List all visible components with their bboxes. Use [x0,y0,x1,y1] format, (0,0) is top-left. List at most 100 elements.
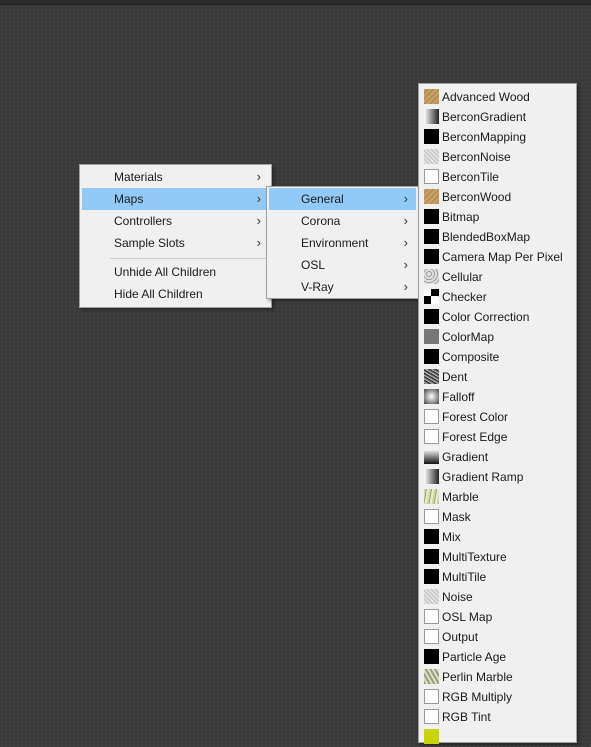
map-swatch-icon [424,569,439,584]
menu-item-sample-slots[interactable]: Sample Slots › [82,232,269,254]
map-item-label: Falloff [442,390,475,404]
map-swatch-icon [424,309,439,324]
map-item-label: Gradient [442,450,489,464]
map-item-label: Bitmap [442,210,480,224]
chevron-right-icon: › [256,235,261,250]
map-swatch-icon [424,729,439,744]
map-item-label: Noise [442,590,473,604]
menu-item-unhide-all-children[interactable]: Unhide All Children [82,261,269,283]
menu-item-hide-all-children[interactable]: Hide All Children [82,283,269,305]
submenu-item-general[interactable]: General › [269,188,416,210]
map-item-label: BerconTile [442,170,499,184]
map-swatch-icon [424,669,439,684]
map-swatch-icon [424,269,439,284]
context-menu: Materials › Maps › Controllers › Sample … [79,164,272,308]
viewport-top-border [0,0,591,5]
map-swatch-icon [424,189,439,204]
menu-item-label: Environment [301,236,369,250]
map-item-label: Composite [442,350,500,364]
map-item-label: Mask [442,510,471,524]
submenu-item-environment[interactable]: Environment › [269,232,416,254]
chevron-right-icon: › [256,169,261,184]
map-item-label: MultiTexture [442,550,507,564]
map-item-label: BerconNoise [442,150,511,164]
chevron-right-icon: › [403,279,408,294]
map-swatch-icon [424,369,439,384]
map-swatch-icon [424,689,439,704]
map-item-label: Forest Edge [442,430,508,444]
map-item-label: Mix [442,530,461,544]
map-item-label: Gradient Ramp [442,470,524,484]
map-item-label: BlendedBoxMap [442,230,531,244]
menu-item-label: General [301,192,344,206]
map-swatch-icon [424,229,439,244]
map-item-label: ColorMap [442,330,495,344]
map-swatch-icon [424,109,439,124]
chevron-right-icon: › [256,191,261,206]
map-item-label: RGB Tint [442,710,491,724]
menu-item-label: Controllers [114,214,173,228]
map-swatch-icon [424,89,439,104]
map-swatch-icon [424,589,439,604]
map-item-label: Checker [442,290,487,304]
map-item-label: Marble [442,490,479,504]
map-swatch-icon [424,629,439,644]
map-swatch-icon [424,429,439,444]
menu-item-label: Materials [114,170,163,184]
map-swatch-icon [424,149,439,164]
map-swatch-icon [424,549,439,564]
map-item-label: OSL Map [442,610,493,624]
map-item-label: Color Correction [442,310,530,324]
map-swatch-icon [424,489,439,504]
menu-separator [110,258,267,259]
map-swatch-icon [424,129,439,144]
chevron-right-icon: › [256,213,261,228]
maps-submenu: General › Corona › Environment › OSL › V… [266,186,419,299]
map-swatch-icon [424,409,439,424]
menu-item-maps[interactable]: Maps › [82,188,269,210]
menu-item-label: Unhide All Children [114,265,217,279]
map-swatch-icon [424,709,439,724]
map-item-label: Perlin Marble [442,670,513,684]
map-swatch-icon [424,389,439,404]
menu-item-label: Hide All Children [114,287,203,301]
map-swatch-icon [424,529,439,544]
map-swatch-icon [424,449,439,464]
map-item-label: BerconGradient [442,110,527,124]
map-swatch-icon [424,609,439,624]
menu-item-label: V-Ray [301,280,334,294]
map-item-label: MultiTile [442,570,487,584]
general-maps-submenu: Advanced Wood BerconGradient BerconMapping… [418,83,577,744]
chevron-right-icon: › [403,191,408,206]
map-item-label: Advanced Wood [442,90,530,104]
submenu-item-v-ray[interactable]: V-Ray › [269,276,416,298]
map-swatch-icon [424,169,439,184]
menu-item-controllers[interactable]: Controllers › [82,210,269,232]
map-swatch-icon [424,509,439,524]
menu-item-label: Corona [301,214,341,228]
map-swatch-icon [424,469,439,484]
map-swatch-icon [424,649,439,664]
chevron-right-icon: › [403,257,408,272]
menu-item-materials[interactable]: Materials › [82,166,269,188]
map-item-label: Forest Color [442,410,509,424]
map-item-label: BerconMapping [442,130,527,144]
map-item-label: Cellular [442,270,483,284]
map-item-label: Output [442,630,479,644]
map-item-label: RGB Multiply [442,690,513,704]
map-swatch-icon [424,329,439,344]
map-swatch-icon [424,209,439,224]
submenu-item-osl[interactable]: OSL › [269,254,416,276]
submenu-item-corona[interactable]: Corona › [269,210,416,232]
menu-item-label: Sample Slots [114,236,185,250]
chevron-right-icon: › [403,213,408,228]
map-item-label: BerconWood [442,190,512,204]
chevron-right-icon: › [403,235,408,250]
menu-item-label: OSL [301,258,326,272]
map-swatch-icon [424,349,439,364]
menu-item-label: Maps [114,192,144,206]
map-item-label: Particle Age [442,650,507,664]
map-swatch-icon [424,289,439,304]
map-item-label: Dent [442,370,468,384]
map-item-label: Camera Map Per Pixel [442,250,563,264]
